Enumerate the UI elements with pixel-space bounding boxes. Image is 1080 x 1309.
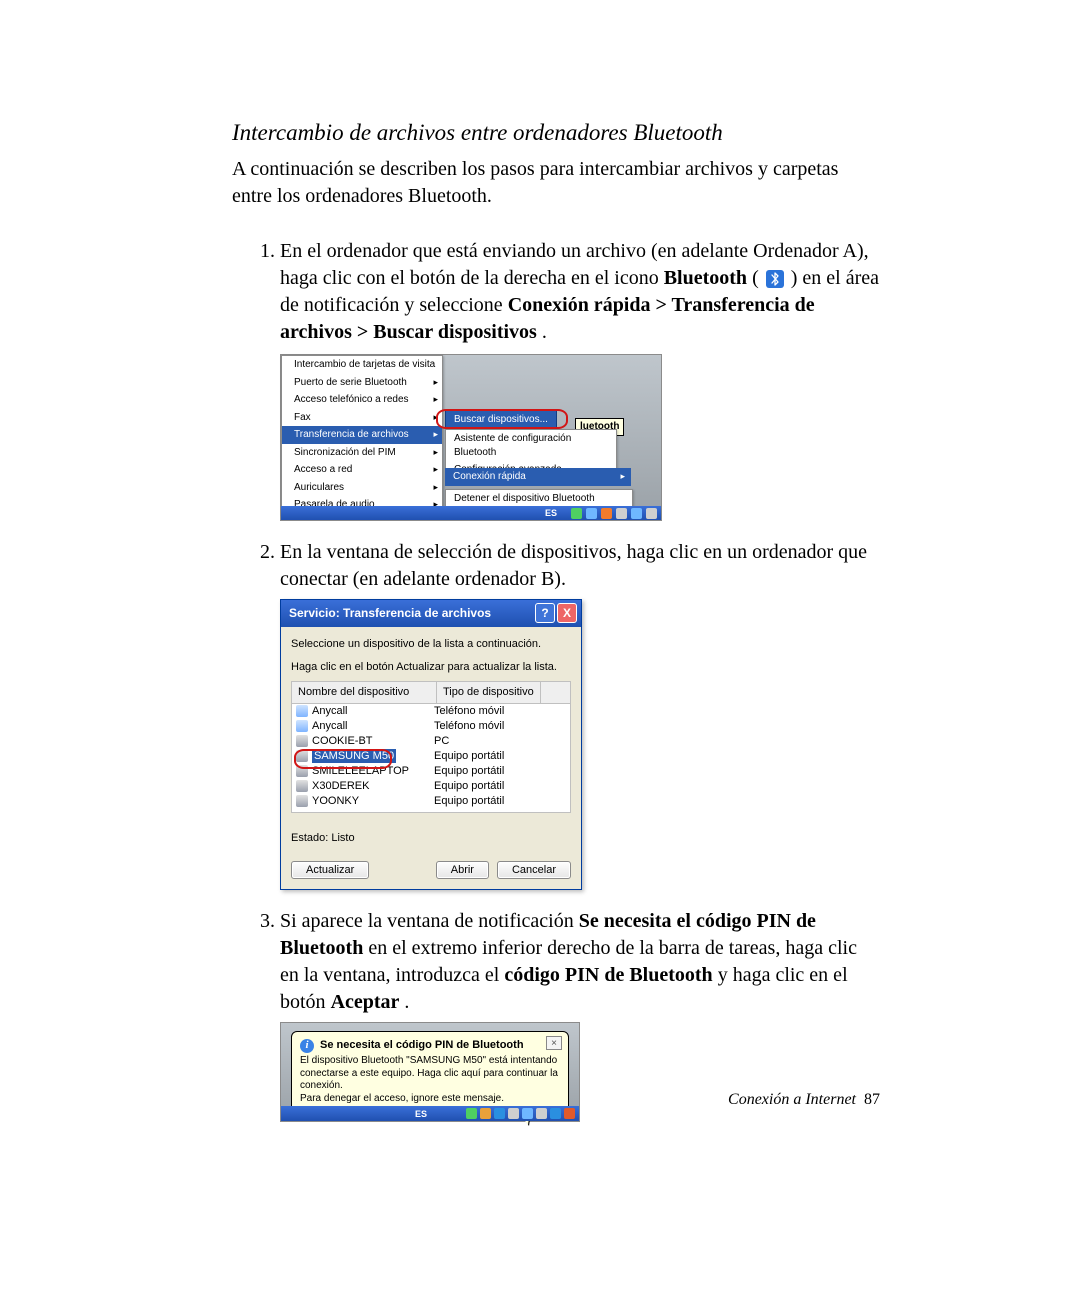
tray-icon[interactable]: [536, 1108, 547, 1119]
screenshot-pin-balloon: i Se necesita el código PIN de Bluetooth…: [280, 1022, 580, 1122]
menu-item[interactable]: Auriculares: [282, 479, 442, 497]
step3-text-d: .: [404, 991, 409, 1013]
menu-item-transfer[interactable]: Transferencia de archivos: [282, 426, 442, 444]
tray-icon[interactable]: [571, 508, 582, 519]
tray-icon[interactable]: [646, 508, 657, 519]
step3-text-a: Si aparece la ventana de notificación: [280, 910, 579, 932]
language-indicator[interactable]: ES: [545, 507, 557, 519]
screenshot-context-menu: Intercambio de tarjetas de visita Puerto…: [280, 354, 662, 521]
list-item[interactable]: AnycallTeléfono móvil: [292, 719, 570, 734]
tray-icon[interactable]: [586, 508, 597, 519]
tray-icon[interactable]: [564, 1108, 575, 1119]
pc-icon: [296, 765, 308, 777]
tray-icon[interactable]: [550, 1108, 561, 1119]
tray-icon[interactable]: [508, 1108, 519, 1119]
cancel-button[interactable]: Cancelar: [497, 861, 571, 879]
screenshot-device-dialog: Servicio: Transferencia de archivos ? X …: [280, 599, 582, 890]
balloon-body-1: El dispositivo Bluetooth "SAMSUNG M50" e…: [300, 1055, 560, 1093]
dialog-title: Servicio: Transferencia de archivos: [289, 605, 491, 621]
menu-item-wizard[interactable]: Asistente de configuración Bluetooth: [446, 430, 616, 461]
section-heading: Intercambio de archivos entre ordenadore…: [232, 120, 880, 146]
language-indicator[interactable]: ES: [415, 1108, 427, 1120]
list-item[interactable]: AnycallTeléfono móvil: [292, 704, 570, 719]
pc-icon: [296, 735, 308, 747]
page-number: 87: [864, 1091, 880, 1108]
taskbar: ES: [281, 506, 661, 520]
footer-label: Conexión a Internet: [728, 1091, 856, 1108]
submenu-search-devices[interactable]: Buscar dispositivos...: [445, 410, 557, 430]
tray-icon[interactable]: [466, 1108, 477, 1119]
tray-icon[interactable]: [631, 508, 642, 519]
menu-item-quick-connect[interactable]: Conexión rápida: [445, 468, 631, 486]
list-header: Nombre del dispositivo Tipo de dispositi…: [291, 681, 571, 703]
menu-item[interactable]: Acceso a red: [282, 461, 442, 479]
notification-balloon[interactable]: i Se necesita el código PIN de Bluetooth…: [291, 1031, 569, 1114]
step1-text-d: .: [542, 321, 547, 343]
step2-text: En la ventana de selección de dispositiv…: [280, 541, 867, 590]
tray-icon[interactable]: [616, 508, 627, 519]
open-button[interactable]: Abrir: [436, 861, 489, 879]
phone-icon: [296, 720, 308, 732]
list-item[interactable]: YOONKYEquipo portátil: [292, 794, 570, 809]
tray-icon[interactable]: [522, 1108, 533, 1119]
balloon-title: Se necesita el código PIN de Bluetooth: [320, 1038, 524, 1053]
pc-icon: [296, 795, 308, 807]
dialog-status: Estado: Listo: [291, 831, 571, 846]
taskbar: ES: [281, 1106, 579, 1121]
column-device-type[interactable]: Tipo de dispositivo: [437, 682, 541, 703]
intro-paragraph: A continuación se describen los pasos pa…: [232, 156, 880, 210]
tray-icon[interactable]: [480, 1108, 491, 1119]
tray-icon[interactable]: [494, 1108, 505, 1119]
bluetooth-word: Bluetooth: [664, 267, 747, 289]
info-icon: i: [300, 1039, 314, 1053]
dialog-instruction: Seleccione un dispositivo de la lista a …: [291, 637, 571, 652]
list-item[interactable]: SMILELEELAPTOPEquipo portátil: [292, 764, 570, 779]
menu-item[interactable]: Puerto de serie Bluetooth: [282, 374, 442, 392]
phone-icon: [296, 705, 308, 717]
dialog-titlebar[interactable]: Servicio: Transferencia de archivos ? X: [281, 600, 581, 627]
step3-bold-c: Aceptar: [331, 991, 400, 1013]
step3-bold-b: código PIN de Bluetooth: [504, 964, 712, 986]
device-list[interactable]: AnycallTeléfono móvil AnycallTeléfono mó…: [291, 703, 571, 813]
balloon-body-2: Para denegar el acceso, ignore este mens…: [300, 1093, 560, 1106]
refresh-button[interactable]: Actualizar: [291, 861, 369, 879]
pc-icon: [296, 750, 308, 762]
step-1: En el ordenador que está enviando un arc…: [280, 238, 880, 521]
help-button[interactable]: ?: [535, 603, 555, 623]
list-item[interactable]: X30DEREKEquipo portátil: [292, 779, 570, 794]
page-footer: Conexión a Internet 87: [728, 1091, 880, 1109]
close-icon[interactable]: ×: [546, 1036, 562, 1050]
close-button[interactable]: X: [557, 603, 577, 623]
menu-item[interactable]: Acceso telefónico a redes: [282, 391, 442, 409]
tray-icon[interactable]: [601, 508, 612, 519]
list-item[interactable]: COOKIE-BTPC: [292, 734, 570, 749]
menu-item[interactable]: Fax: [282, 409, 442, 427]
bluetooth-icon: [766, 270, 784, 288]
step1-text-b: (: [752, 267, 764, 289]
menu-item[interactable]: Sincronización del PIM: [282, 444, 442, 462]
context-menu: Intercambio de tarjetas de visita Puerto…: [281, 355, 443, 515]
dialog-instruction-2: Haga clic en el botón Actualizar para ac…: [291, 660, 571, 675]
pc-icon: [296, 780, 308, 792]
step-2: En la ventana de selección de dispositiv…: [280, 539, 880, 890]
menu-item[interactable]: Intercambio de tarjetas de visita: [282, 356, 442, 374]
column-device-name[interactable]: Nombre del dispositivo: [292, 682, 437, 703]
list-item-selected[interactable]: SAMSUNG M50Equipo portátil: [292, 749, 570, 764]
